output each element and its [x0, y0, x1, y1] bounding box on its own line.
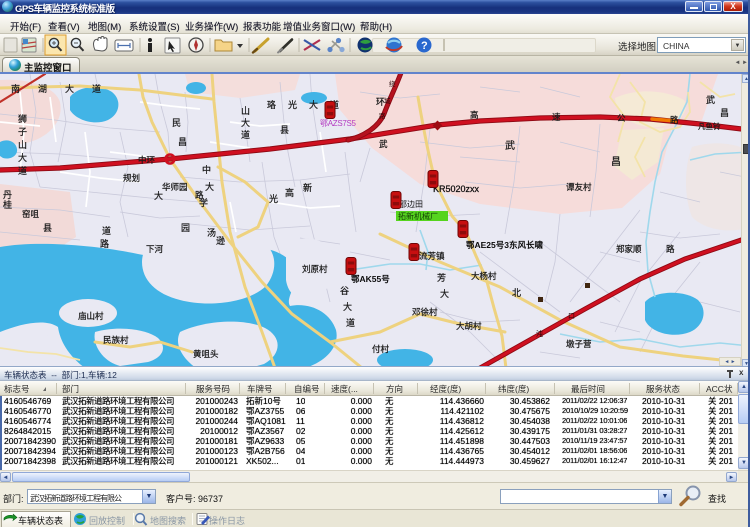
svg-text:新: 新	[303, 182, 312, 193]
svg-text:流芳镇: 流芳镇	[419, 251, 445, 261]
svg-text:路: 路	[100, 238, 109, 249]
svg-text:大: 大	[343, 301, 352, 312]
svg-text:环: 环	[376, 97, 385, 107]
svg-text:山大道: 山大道	[240, 106, 250, 142]
svg-text:鄂AZS7S5: 鄂AZS7S5	[320, 119, 357, 128]
svg-text:路: 路	[379, 111, 386, 120]
svg-text:县: 县	[280, 125, 289, 135]
svg-text:黄咀头: 黄咀头	[193, 349, 219, 359]
svg-text:规划: 规划	[123, 173, 140, 183]
svg-text:道: 道	[102, 225, 111, 236]
svg-text:墩子营: 墩子营	[566, 339, 592, 349]
svg-text:大: 大	[205, 181, 214, 192]
svg-text:逊: 逊	[216, 236, 225, 246]
svg-text:狮子山大道: 狮子山大道	[17, 114, 27, 179]
svg-text:丹桂: 丹桂	[2, 190, 12, 210]
svg-text:速: 速	[552, 112, 561, 122]
svg-text:民族村: 民族村	[103, 335, 129, 345]
svg-text:鄂AK55号: 鄂AK55号	[351, 274, 390, 284]
svg-text:谷: 谷	[340, 286, 349, 296]
svg-text:高: 高	[285, 187, 294, 198]
svg-text:北: 北	[512, 288, 521, 298]
svg-text:KR5020zxx: KR5020zxx	[433, 184, 480, 194]
svg-text:大杨村: 大杨村	[471, 271, 497, 281]
svg-text:华师园: 华师园	[162, 182, 188, 192]
svg-text:园: 园	[181, 223, 190, 233]
svg-text:县: 县	[43, 223, 52, 233]
svg-text:昌: 昌	[720, 108, 729, 118]
svg-text:大: 大	[154, 190, 163, 201]
svg-text:武: 武	[706, 94, 715, 105]
svg-text:谭友村: 谭友村	[566, 182, 592, 192]
svg-text:芳: 芳	[437, 272, 446, 283]
svg-text:中: 中	[202, 164, 211, 175]
svg-text:下河: 下河	[146, 244, 164, 254]
svg-text:鄂AE25号3东风长啸: 鄂AE25号3东风长啸	[466, 240, 543, 250]
svg-text:中环: 中环	[138, 155, 156, 165]
svg-text:凡鱼铃: 凡鱼铃	[698, 121, 721, 131]
svg-text:庙山村: 庙山村	[78, 311, 104, 321]
svg-text:拓新机械厂: 拓新机械厂	[398, 211, 438, 221]
svg-text:路: 路	[670, 115, 679, 125]
svg-text:大: 大	[440, 288, 449, 299]
svg-text:路: 路	[666, 244, 675, 254]
svg-text:邓徐村: 邓徐村	[412, 307, 438, 317]
svg-text:付村: 付村	[372, 344, 390, 354]
svg-text:学: 学	[199, 197, 208, 208]
svg-text:城: 城	[384, 97, 391, 105]
svg-text:?: ?	[421, 40, 428, 52]
svg-text:沌: 沌	[536, 329, 543, 338]
svg-text:公: 公	[617, 113, 626, 123]
svg-text:口: 口	[568, 312, 575, 320]
svg-text:大胡村: 大胡村	[456, 321, 482, 331]
svg-text:民: 民	[172, 118, 181, 128]
svg-text:昌: 昌	[178, 137, 187, 147]
svg-text:道: 道	[346, 317, 355, 328]
svg-text:绕: 绕	[389, 79, 396, 88]
svg-text:汤: 汤	[207, 228, 216, 238]
svg-text:高: 高	[470, 110, 479, 120]
svg-text:武: 武	[505, 139, 515, 152]
svg-text:窑咀: 窑咀	[22, 209, 40, 219]
svg-text:刘原村: 刘原村	[302, 264, 328, 274]
svg-text:光: 光	[269, 193, 278, 204]
svg-text:昌: 昌	[611, 156, 621, 168]
svg-text:郑家顺: 郑家顺	[616, 244, 642, 254]
svg-text:南湖大道: 南湖大道	[11, 83, 119, 94]
svg-text:邵边田: 邵边田	[399, 199, 423, 209]
svg-text:武: 武	[379, 139, 388, 149]
svg-text:珞光大道: 珞光大道	[267, 99, 351, 110]
